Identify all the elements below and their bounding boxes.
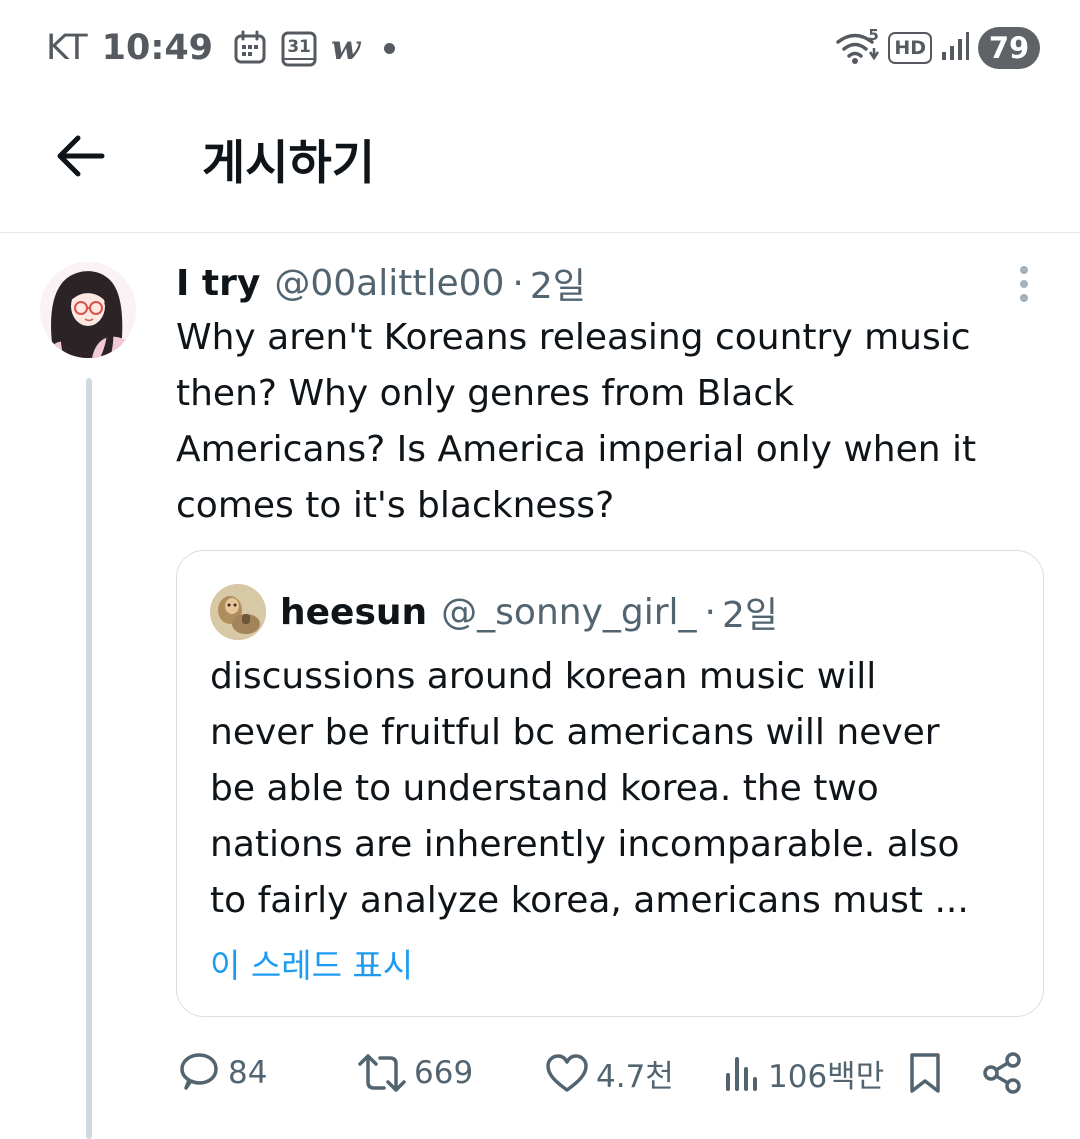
status-left: KT 10:49 31 w <box>46 24 396 72</box>
wifi-icon: 5 <box>834 26 880 66</box>
reply-button[interactable]: 84 <box>176 1046 267 1100</box>
quoted-author-name: heesun <box>280 591 428 633</box>
post-author-name[interactable]: I try <box>176 263 260 304</box>
calendar-date-icon: 31 <box>281 29 317 67</box>
more-vertical-icon-dot <box>1020 280 1028 288</box>
repost-button[interactable]: 669 <box>356 1046 473 1100</box>
notification-dot-icon <box>384 42 396 54</box>
battery-indicator: 79 <box>978 27 1040 69</box>
calendar-date-number: 31 <box>287 37 311 57</box>
status-bar: KT 10:49 31 w 5 HD 79 <box>0 0 1080 96</box>
bookmark-icon <box>910 1053 940 1093</box>
post-separator: · <box>512 262 524 304</box>
quoted-post-text: discussions around korean music will nev… <box>210 656 969 921</box>
post-body-text: Why aren't Koreans releasing country mus… <box>176 317 977 526</box>
page-title: 게시하기 <box>202 136 375 191</box>
quoted-author-handle: @_sonny_girl_ <box>441 591 697 633</box>
repost-icon <box>358 1054 406 1092</box>
post-author-handle[interactable]: @00alittle00 <box>274 263 504 304</box>
post-header: I try @00alittle00 · 2일 <box>176 258 586 308</box>
status-right: 5 HD 79 <box>834 26 1040 70</box>
quoted-post-card[interactable]: heesun @_sonny_girl_ · 2일 discussions ar… <box>176 550 1044 1017</box>
hd-voice-icon: HD <box>888 32 932 64</box>
like-count: 4.7천 <box>596 1058 674 1095</box>
views-icon <box>726 1057 757 1091</box>
quoted-separator: · <box>704 591 716 633</box>
reply-icon <box>180 1053 218 1090</box>
wifi-badge: 5 <box>868 26 879 44</box>
top-app-bar: 게시하기 <box>0 96 1080 233</box>
weverse-icon: w <box>331 28 361 68</box>
status-time: 10:49 <box>101 28 214 68</box>
views-button[interactable]: 106백만 <box>722 1046 884 1100</box>
views-count: 106백만 <box>768 1058 885 1095</box>
share-icon <box>983 1052 1021 1094</box>
carrier-label: KT <box>46 28 88 68</box>
reply-count: 84 <box>228 1055 268 1091</box>
thread-connector-line <box>86 378 92 1139</box>
signal-icon <box>940 30 970 66</box>
bookmark-button[interactable] <box>906 1046 944 1100</box>
arrow-left-icon <box>57 135 105 177</box>
quoted-post-header: heesun @_sonny_girl_ · 2일 <box>280 585 778 639</box>
hd-label: HD <box>894 37 926 59</box>
calendar-icon <box>233 30 267 66</box>
heart-icon <box>546 1054 588 1092</box>
quoted-author-avatar <box>210 584 266 640</box>
more-vertical-icon-dot <box>1020 294 1028 302</box>
show-thread-link[interactable]: 이 스레드 표시 <box>210 939 413 987</box>
like-button[interactable]: 4.7천 <box>544 1046 674 1100</box>
post-action-bar: 84 669 4.7천 106백만 <box>176 1046 1036 1100</box>
quoted-timestamp: 2일 <box>721 595 779 636</box>
more-vertical-icon-dot <box>1020 266 1028 274</box>
back-button[interactable] <box>46 122 114 190</box>
repost-count: 669 <box>414 1055 474 1091</box>
post-author-avatar[interactable] <box>40 262 136 358</box>
more-options-button[interactable] <box>1002 262 1046 306</box>
share-button[interactable] <box>982 1046 1024 1100</box>
post-timestamp[interactable]: 2일 <box>530 257 586 309</box>
